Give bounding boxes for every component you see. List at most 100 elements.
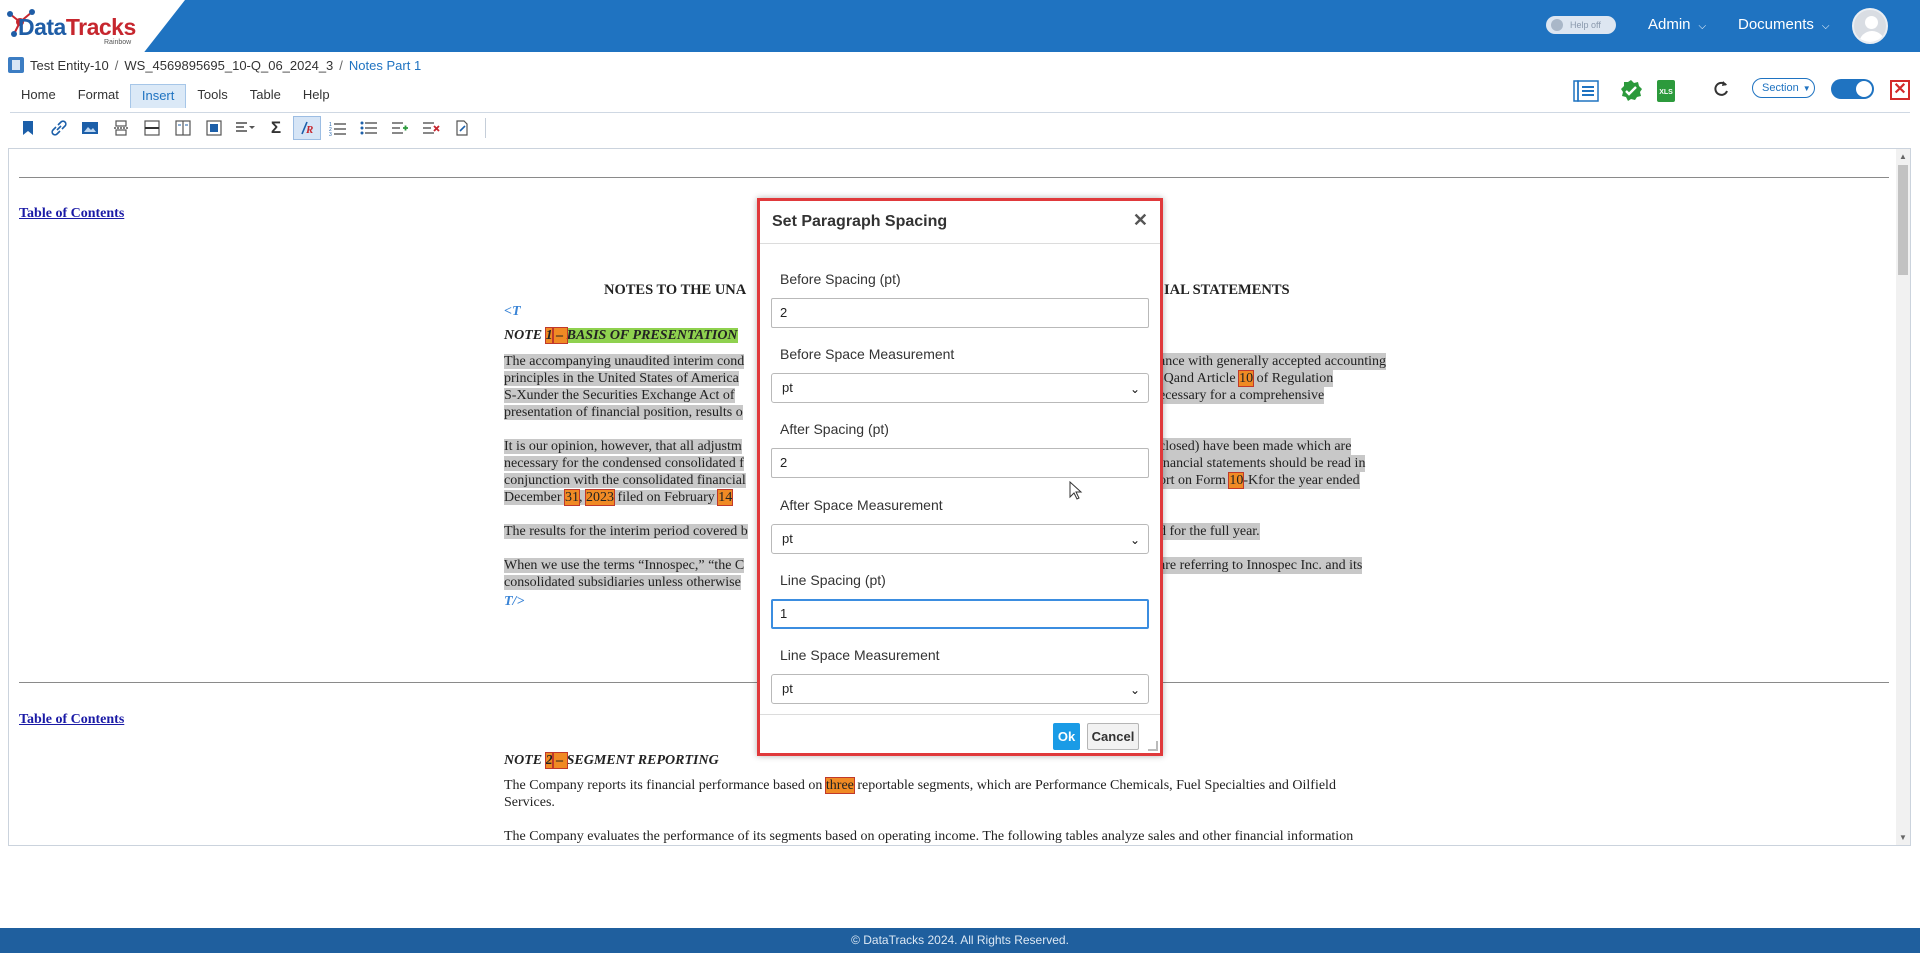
refresh-icon[interactable] [1711, 79, 1731, 99]
admin-menu[interactable]: Admin ⌵ [1648, 16, 1706, 33]
paragraph-6: The Company evaluates the performance of… [504, 829, 1354, 844]
editor-scrollbar[interactable]: ▲ ▼ [1896, 149, 1910, 845]
p2-line1-left: It is our opinion, however, that all adj… [504, 439, 742, 454]
scroll-up-icon[interactable]: ▲ [1899, 152, 1907, 161]
notes-heading-start: NOTES TO THE UNA [604, 282, 747, 298]
align-dropdown-icon[interactable] [231, 116, 259, 140]
columns-icon[interactable] [169, 116, 197, 140]
dialog-header: Set Paragraph Spacing ✕ [760, 201, 1160, 244]
p1-line2-right-a: -Qand Article [1159, 371, 1240, 386]
resize-handle[interactable] [1148, 741, 1158, 751]
close-icon[interactable]: ✕ [1890, 80, 1910, 100]
link-icon[interactable] [45, 116, 73, 140]
cancel-button[interactable]: Cancel [1087, 723, 1139, 750]
remove-list-item-icon[interactable] [417, 116, 445, 140]
p2-line4-number-3: 14 [717, 489, 734, 506]
p2-line2-right: inancial statements should be read in [1159, 455, 1366, 472]
svg-text:R: R [305, 124, 313, 136]
insert-toolbar: Σ R 123 [10, 112, 1910, 142]
view-toggle[interactable] [1831, 79, 1874, 99]
document-edit-icon[interactable] [448, 116, 476, 140]
bookmark-icon[interactable] [14, 116, 42, 140]
p2-line4-a: December [504, 490, 566, 505]
table-of-contents-link[interactable]: Table of Contents [19, 712, 124, 728]
help-toggle[interactable]: Help off [1546, 16, 1616, 34]
after-measure-select[interactable]: pt ⌄ [771, 524, 1149, 554]
close-icon[interactable]: ✕ [1133, 210, 1148, 231]
section-divider [19, 177, 1889, 178]
svg-text:XLS: XLS [1659, 89, 1673, 96]
p4-line1-left: When we use the terms “Innospec,” “the C [504, 558, 745, 573]
tab-tools[interactable]: Tools [186, 84, 238, 108]
chevron-down-icon: ⌵ [1698, 21, 1707, 32]
logo-subtitle: Rainbow [104, 39, 132, 46]
breadcrumb: Test Entity-10 / WS_4569895695_10-Q_06_2… [8, 57, 421, 73]
p3-right: d for the full year. [1159, 523, 1260, 540]
tab-table[interactable]: Table [239, 84, 292, 108]
documents-menu[interactable]: Documents ⌵ [1738, 16, 1829, 33]
table-of-contents-link[interactable]: Table of Contents [19, 206, 124, 222]
before-spacing-label: Before Spacing (pt) [780, 271, 901, 287]
validate-check-icon[interactable] [1619, 79, 1643, 103]
xls-export-icon[interactable]: XLS [1654, 79, 1678, 103]
tab-insert[interactable]: Insert [129, 84, 187, 108]
breadcrumb-separator: / [339, 57, 343, 73]
dialog-title: Set Paragraph Spacing [772, 213, 948, 230]
bullet-list-icon[interactable] [355, 116, 383, 140]
p2-line3-right-a: ort on Form [1159, 473, 1230, 488]
note-2-title: SEGMENT REPORTING [566, 753, 719, 768]
p1-line3-left: S-Xunder the Securities Exchange Act of [504, 388, 735, 403]
line-measure-value: pt [782, 681, 793, 696]
after-spacing-input[interactable]: 2 [771, 448, 1149, 478]
avatar[interactable] [1852, 8, 1888, 44]
menu-tabs: Home Format Insert Tools Table Help [10, 84, 341, 110]
scrollbar-thumb[interactable] [1898, 165, 1908, 275]
horizontal-line-icon[interactable] [138, 116, 166, 140]
top-bar: DataTracks Rainbow Help off Admin ⌵ Docum… [0, 0, 1920, 52]
image-icon[interactable] [76, 116, 104, 140]
line-measure-select[interactable]: pt ⌄ [771, 674, 1149, 704]
line-spacing-input[interactable]: 1 [771, 599, 1149, 629]
logo-text-data: Data [18, 14, 66, 40]
section-dropdown[interactable]: Section ▼ [1752, 78, 1815, 98]
breadcrumb-workspace[interactable]: WS_4569895695_10-Q_06_2024_3 [124, 58, 333, 73]
chevron-down-icon: ⌵ [1821, 21, 1830, 32]
p1-line1-right: ance with generally accepted accounting [1159, 353, 1386, 370]
after-measure-value: pt [782, 531, 793, 546]
paragraph-5: The Company reports its financial perfor… [504, 777, 1419, 811]
text-box-icon[interactable] [200, 116, 228, 140]
scroll-down-icon[interactable]: ▼ [1899, 833, 1907, 842]
note-1-prefix: NOTE [504, 328, 546, 343]
numbered-list-icon[interactable]: 123 [324, 116, 352, 140]
note-2-number: 2 [544, 752, 554, 769]
before-measure-select[interactable]: pt ⌄ [771, 373, 1149, 403]
page-break-icon[interactable] [107, 116, 135, 140]
tab-format[interactable]: Format [67, 84, 130, 108]
p4-line2-left: consolidated subsidiaries unless otherwi… [504, 575, 741, 590]
caret-down-icon: ▼ [1802, 84, 1811, 93]
insert-list-item-icon[interactable] [386, 116, 414, 140]
before-spacing-input[interactable]: 2 [771, 298, 1149, 328]
chevron-down-icon: ⌄ [1129, 533, 1140, 547]
dialog-footer-divider [760, 714, 1160, 715]
note-2-prefix: NOTE [504, 753, 546, 768]
p2-line4-number-1: 31 [564, 489, 581, 506]
document-icon [8, 57, 24, 73]
outline-list-icon[interactable] [1572, 79, 1600, 103]
tab-help[interactable]: Help [292, 84, 341, 108]
after-spacing-label: After Spacing (pt) [780, 421, 889, 437]
breadcrumb-entity[interactable]: Test Entity-10 [30, 58, 109, 73]
p2-line4-number-2: 2023 [585, 489, 616, 506]
tab-home[interactable]: Home [10, 84, 67, 108]
p5-line2: Services. [504, 795, 555, 810]
redline-icon[interactable]: R [293, 115, 321, 140]
p1-line1-left: The accompanying unaudited interim cond [504, 354, 745, 369]
p2-line3-number: 10 [1228, 472, 1245, 489]
before-measure-label: Before Space Measurement [780, 346, 955, 362]
line-measure-label: Line Space Measurement [780, 647, 940, 663]
ok-button[interactable]: Ok [1053, 723, 1080, 750]
p5-line1-b: reportable segments, which are Performan… [853, 778, 1336, 793]
sigma-icon[interactable]: Σ [262, 116, 290, 140]
note-1-dash: – [551, 327, 568, 344]
p5-line1-a: The Company reports its financial perfor… [504, 778, 826, 793]
